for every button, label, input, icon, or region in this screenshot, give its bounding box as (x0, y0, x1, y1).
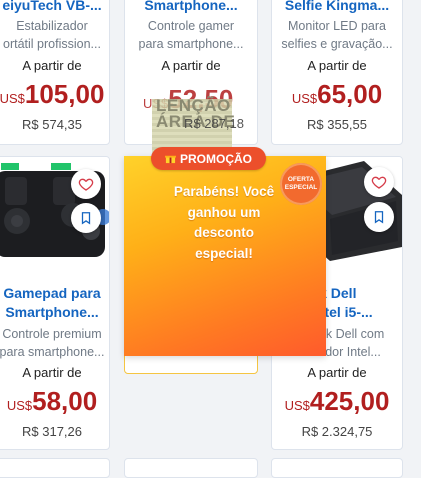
from-label: A partir de (161, 58, 221, 73)
product-card-selfie-monitor[interactable]: Selfie Kingma... Monitor LED para selfie… (271, 0, 403, 145)
product-title[interactable]: Selfie Kingma... (272, 0, 402, 13)
price-usd: US$65,00 (291, 79, 383, 109)
heart-icon (78, 178, 94, 191)
price-brl: R$ 317,26 (22, 424, 82, 439)
product-desc: Controle gamer (147, 19, 235, 33)
save-bookmark-button[interactable] (71, 203, 101, 233)
product-card-gamepad[interactable]: Gamepad para Smartphone... Controle prem… (0, 156, 110, 450)
product-desc: ortátil profission... (3, 37, 101, 51)
product-image (0, 157, 109, 265)
product-card-next-row (124, 458, 258, 478)
price-brl: R$ 355,55 (307, 117, 367, 132)
promo-message: Parabéns! Você ganhou um desconto especi… (173, 184, 275, 261)
price-brl: R$ 574,35 (22, 117, 82, 132)
wishlist-heart-button[interactable] (71, 169, 101, 199)
product-desc: Controle premium (2, 327, 102, 341)
price-usd: US$58,00 (6, 386, 98, 416)
from-label: A partir de (22, 58, 82, 73)
product-desc: para smartphone... (0, 345, 105, 359)
bookmark-icon (374, 211, 384, 224)
product-desc: Estabilizador (16, 19, 88, 33)
special-offer-seal: OFERTA ESPECIAL (280, 163, 322, 205)
price-usd: US$425,00 (284, 386, 390, 416)
promo-badge-label: PROMOÇÃO (180, 151, 252, 166)
from-label: A partir de (307, 58, 367, 73)
heart-icon (371, 176, 387, 189)
product-title-line2[interactable]: Smartphone... (0, 304, 109, 320)
gift-icon (165, 155, 176, 164)
promo-badge[interactable]: PROMOÇÃO (151, 147, 266, 170)
price-usd: US$105,00 (0, 79, 105, 109)
product-card-stabilizer[interactable]: eiyuTech VB-... Estabilizador ortátil pr… (0, 0, 110, 145)
product-title[interactable]: Gamepad para (0, 285, 109, 301)
product-card-next-row (271, 458, 403, 478)
product-title[interactable]: eiyuTech VB-... (0, 0, 109, 13)
from-label: A partir de (22, 365, 82, 380)
product-title[interactable]: Smartphone... (125, 0, 257, 13)
price-brl: R$ 2.324,75 (301, 424, 373, 439)
from-label: A partir de (307, 365, 367, 380)
product-desc: para smartphone... (138, 37, 244, 51)
overlay-price-brl: R$ 287,18 (184, 116, 244, 131)
product-card-next-row (0, 458, 110, 478)
wishlist-heart-button[interactable] (364, 167, 394, 197)
product-desc: Monitor LED para (288, 19, 386, 33)
product-desc: selfies e gravação... (281, 37, 393, 51)
bookmark-icon (81, 212, 91, 225)
save-bookmark-button[interactable] (364, 202, 394, 232)
